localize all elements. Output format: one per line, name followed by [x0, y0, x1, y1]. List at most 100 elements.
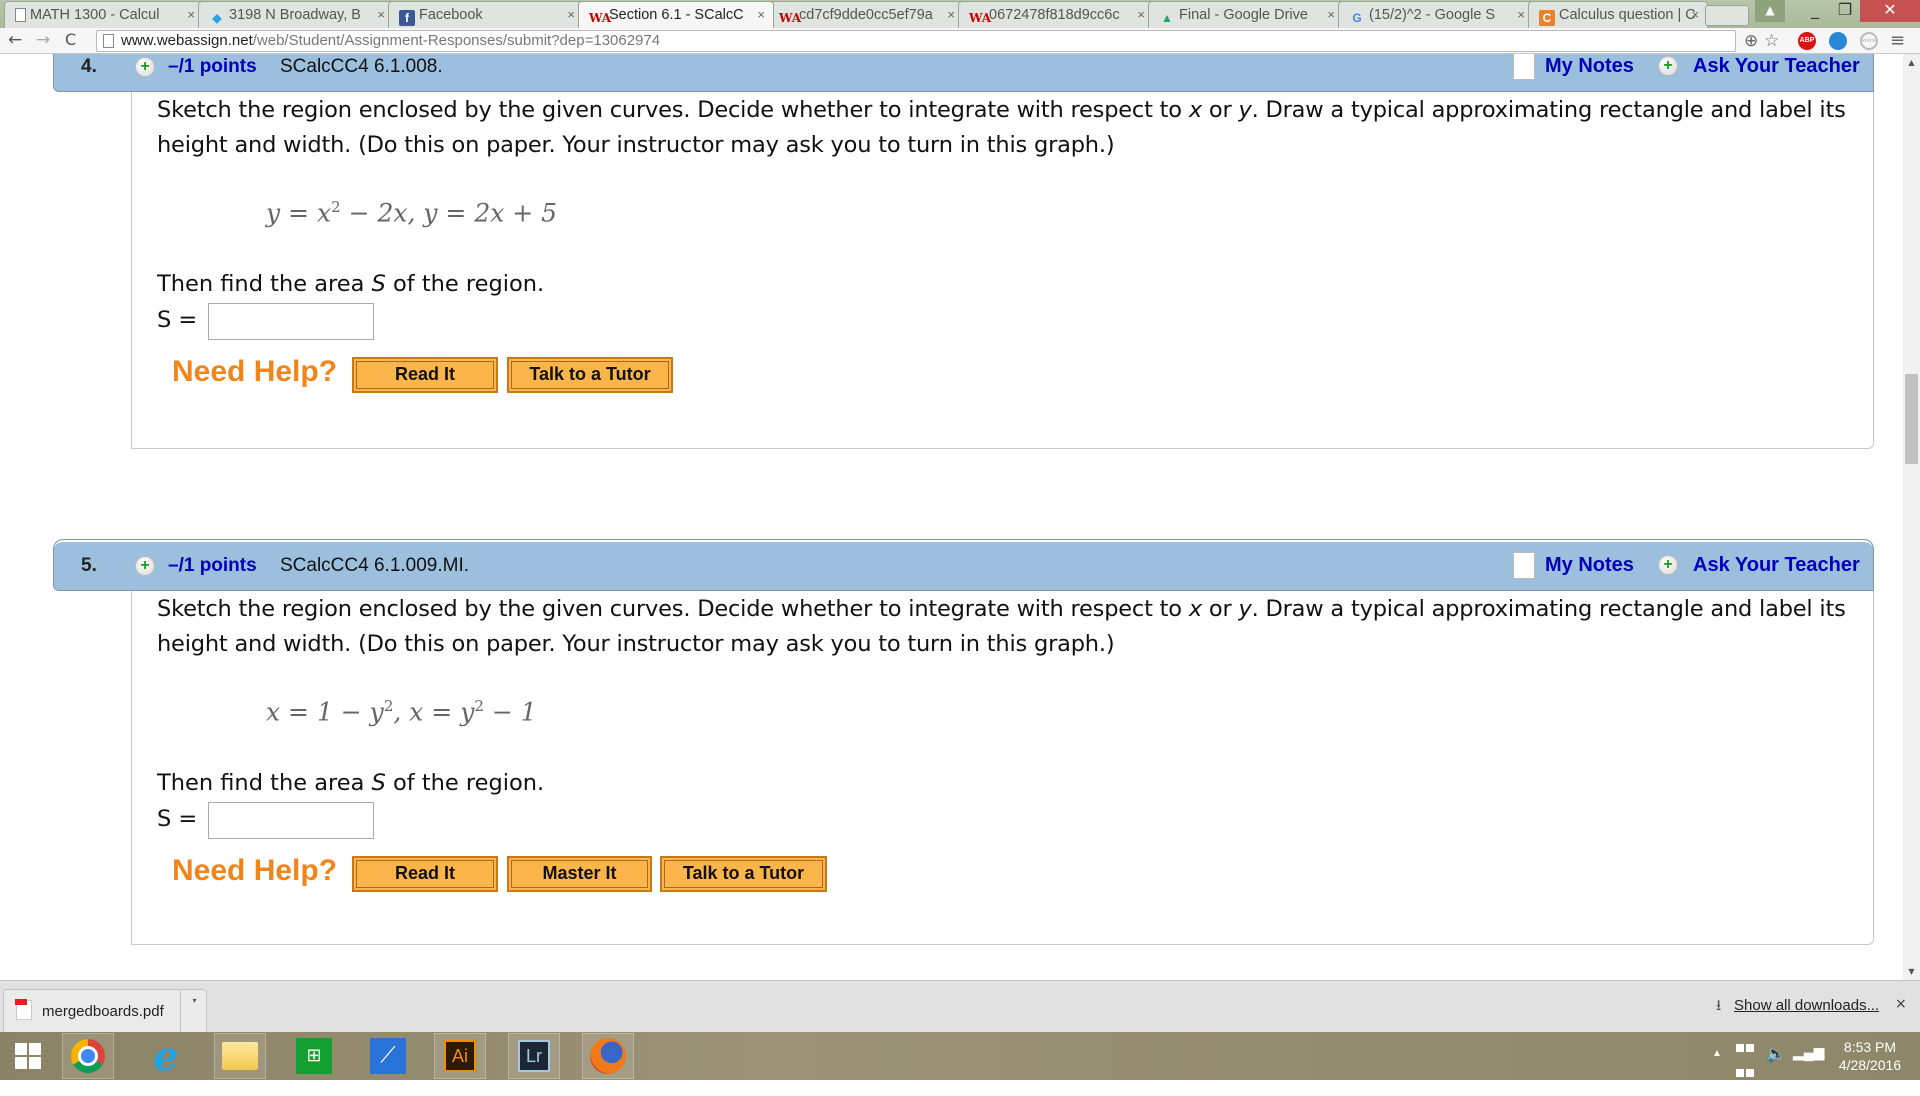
new-tab-button[interactable]: [1705, 5, 1749, 26]
taskbar-chrome[interactable]: [62, 1033, 114, 1079]
extension-globe-icon[interactable]: [1829, 32, 1847, 50]
tab-close-icon[interactable]: ×: [377, 7, 385, 22]
ask-teacher-plus-icon[interactable]: +: [1658, 56, 1678, 76]
tab-close-icon[interactable]: ×: [947, 7, 955, 22]
tab-close-icon[interactable]: ×: [1137, 7, 1145, 22]
tab-close-icon[interactable]: ×: [1517, 7, 1525, 22]
notes-icon[interactable]: [1513, 552, 1535, 579]
ask-your-teacher-link[interactable]: Ask Your Teacher: [1693, 55, 1860, 78]
taskbar-firefox[interactable]: [582, 1033, 634, 1079]
tab-close-icon[interactable]: ×: [757, 7, 765, 22]
minimize-button[interactable]: _: [1800, 0, 1830, 22]
need-help-label: Need Help?: [172, 355, 338, 388]
browser-toolbar: ← → C www.webassign.net/web/Student/Assi…: [0, 28, 1920, 54]
question-code: SCalcCC4 6.1.008.: [280, 56, 443, 77]
my-notes-link[interactable]: My Notes: [1545, 55, 1634, 78]
question-prompt: Sketch the region enclosed by the given …: [157, 596, 1846, 657]
tab-close-icon[interactable]: ×: [567, 7, 575, 22]
tab-close-icon[interactable]: ×: [1327, 7, 1335, 22]
question-code: SCalcCC4 6.1.009.MI.: [280, 555, 470, 576]
network-signal-icon[interactable]: ▂▄▆: [1793, 1044, 1824, 1092]
lightroom-icon: Lr: [518, 1040, 550, 1072]
clock-date: 4/28/2016: [1838, 1057, 1902, 1073]
tab-maps[interactable]: ◆ 3198 N Broadway, B ×: [198, 1, 394, 28]
area-answer-input[interactable]: [208, 802, 374, 839]
taskbar-windows-store[interactable]: ⊞: [288, 1033, 340, 1079]
illustrator-icon: Ai: [444, 1040, 476, 1072]
expand-plus-icon[interactable]: +: [135, 556, 155, 576]
question-body-4: Sketch the region enclosed by the given …: [131, 92, 1874, 449]
my-notes-link[interactable]: My Notes: [1545, 554, 1634, 577]
page-info-icon[interactable]: [103, 34, 114, 48]
tab-google-drive[interactable]: ▲ Final - Google Drive ×: [1148, 1, 1344, 28]
zoom-icon[interactable]: ⊕: [1744, 31, 1758, 51]
area-answer-input[interactable]: [208, 303, 374, 340]
taskbar-lightroom[interactable]: Lr: [508, 1033, 560, 1079]
windows-taskbar: e ⊞ ⟋ Ai Lr ▲ 🔈 ▂▄▆ 8:53 PM 4/28/2016: [0, 1032, 1920, 1080]
ask-your-teacher-link[interactable]: Ask Your Teacher: [1693, 554, 1860, 577]
google-icon: G: [1352, 11, 1362, 25]
question-number: 4.: [81, 56, 97, 77]
tab-math-1300[interactable]: MATH 1300 - Calcul ×: [4, 1, 204, 28]
download-item[interactable]: mergedboards.pdf ▾: [3, 989, 207, 1034]
question-prompt: Sketch the region enclosed by the given …: [157, 97, 1846, 158]
scroll-up-arrow-icon[interactable]: ▲: [1903, 54, 1920, 71]
question-number: 5.: [81, 555, 97, 576]
question-equation: x = 1 − y2, x = y2 − 1: [266, 697, 537, 727]
tab-close-icon[interactable]: ×: [187, 7, 195, 22]
bookmark-star-icon[interactable]: ☆: [1764, 31, 1779, 51]
taskbar-file-explorer[interactable]: [214, 1033, 266, 1079]
taskbar-scanner[interactable]: ⟋: [362, 1033, 414, 1079]
browser-menu-icon[interactable]: ≡: [1890, 31, 1905, 51]
close-window-button[interactable]: ✕: [1860, 0, 1920, 22]
start-button[interactable]: [2, 1033, 54, 1079]
maximize-button[interactable]: ❐: [1830, 0, 1860, 22]
firefox-icon: [590, 1038, 626, 1074]
show-hidden-icons-icon[interactable]: ▲: [1712, 1048, 1722, 1096]
www-extension-icon[interactable]: www: [1860, 32, 1878, 50]
chegg-icon: C: [1539, 10, 1555, 26]
volume-icon[interactable]: 🔈: [1766, 1044, 1786, 1092]
address-bar[interactable]: www.webassign.net/web/Student/Assignment…: [96, 30, 1736, 52]
clock-time: 8:53 PM: [1843, 1039, 1897, 1055]
close-downloads-bar-icon[interactable]: ×: [1895, 996, 1907, 1012]
tab-google-search[interactable]: G (15/2)^2 - Google S ×: [1338, 1, 1534, 28]
google-drive-icon: ▲: [1161, 11, 1173, 25]
tab-facebook[interactable]: f Facebook ×: [388, 1, 584, 28]
download-file-name[interactable]: mergedboards.pdf: [42, 1003, 164, 1020]
ask-teacher-plus-icon[interactable]: +: [1658, 555, 1678, 575]
taskbar-internet-explorer[interactable]: e: [140, 1033, 192, 1080]
reload-button[interactable]: C: [65, 30, 76, 50]
webassign-icon: WA: [589, 11, 612, 25]
read-it-button[interactable]: Read It: [352, 856, 498, 892]
back-button[interactable]: ←: [8, 30, 22, 50]
document-icon: [15, 8, 26, 22]
webassign-icon: WA: [779, 11, 802, 25]
user-profile-icon[interactable]: ▲: [1755, 0, 1785, 22]
adblock-plus-icon[interactable]: ABP: [1798, 32, 1816, 50]
master-it-button[interactable]: Master It: [507, 856, 652, 892]
scroll-down-arrow-icon[interactable]: ▼: [1903, 963, 1920, 980]
scrollbar-thumb[interactable]: [1905, 374, 1918, 464]
question-points[interactable]: –/1 points: [168, 555, 257, 577]
show-all-downloads-link[interactable]: Show all downloads...: [1734, 997, 1879, 1014]
tab-webassign-2[interactable]: WAcd7cf9dde0cc5ef79a ×: [768, 1, 964, 28]
taskbar-illustrator[interactable]: Ai: [434, 1033, 486, 1079]
forward-button[interactable]: →: [36, 30, 50, 50]
download-options-dropdown-icon[interactable]: ▾: [180, 990, 208, 1033]
page-scrollbar[interactable]: ▲ ▼: [1903, 54, 1920, 980]
talk-to-tutor-button[interactable]: Talk to a Tutor: [660, 856, 827, 892]
tab-close-icon[interactable]: ×: [1691, 7, 1699, 22]
area-instruction: Then find the area S of the region.: [157, 271, 545, 297]
tab-chegg[interactable]: C Calculus question | C ×: [1528, 1, 1708, 28]
question-points[interactable]: –/1 points: [168, 56, 257, 78]
talk-to-tutor-button[interactable]: Talk to a Tutor: [507, 357, 673, 393]
notes-icon[interactable]: [1513, 54, 1535, 80]
expand-plus-icon[interactable]: +: [135, 57, 155, 77]
action-center-icon[interactable]: [1736, 1044, 1754, 1092]
tab-webassign-3[interactable]: WA0672478f818d9cc6c ×: [958, 1, 1154, 28]
system-clock[interactable]: 8:53 PM 4/28/2016: [1830, 1038, 1910, 1086]
need-help-label: Need Help?: [172, 854, 338, 887]
read-it-button[interactable]: Read It: [352, 357, 498, 393]
tab-section-6-1[interactable]: WASection 6.1 - SCalcC ×: [578, 1, 774, 28]
